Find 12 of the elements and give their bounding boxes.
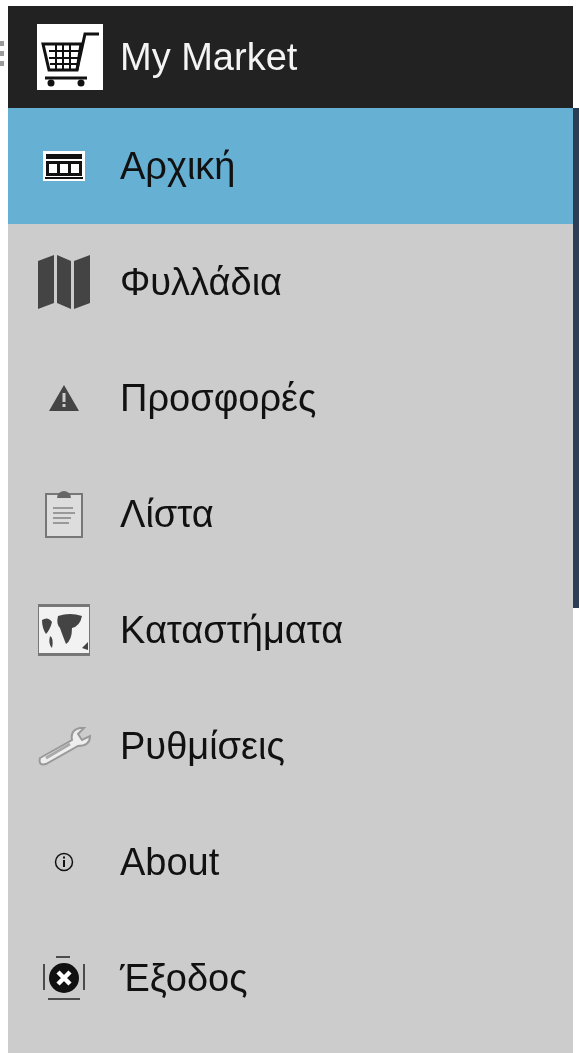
drawer-indicator-icon[interactable] (0, 41, 4, 67)
storefront-icon (43, 151, 85, 181)
app-title: My Market (120, 35, 298, 79)
folded-map-icon (38, 255, 90, 309)
world-map-icon (38, 604, 90, 656)
wrench-icon (36, 726, 92, 766)
shopping-cart-icon[interactable] (37, 24, 103, 90)
info-icon (54, 852, 74, 872)
clipboard-icon (45, 490, 83, 538)
menu-item[interactable]: Αρχική (8, 108, 573, 224)
warning-icon (49, 385, 79, 411)
close-icon (42, 956, 86, 1000)
